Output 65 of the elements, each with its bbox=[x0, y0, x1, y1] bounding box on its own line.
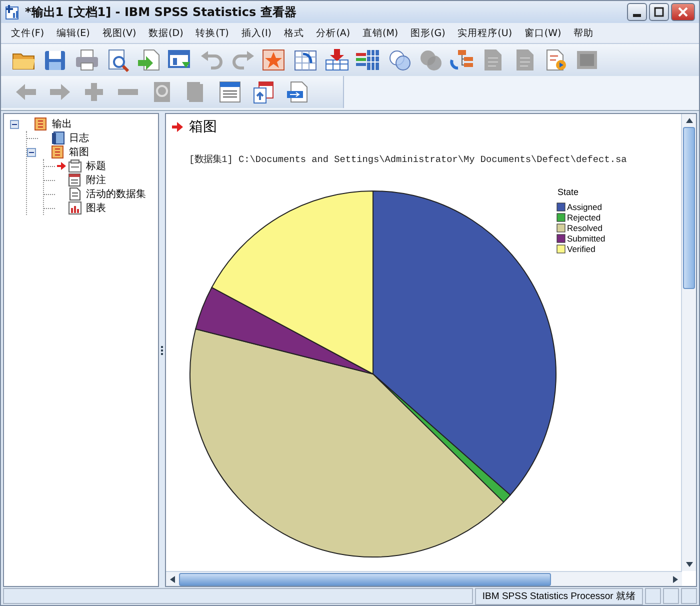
legend-label: Rejected bbox=[567, 212, 601, 222]
outline-item[interactable]: 日志 bbox=[67, 131, 89, 145]
heading-icon[interactable] bbox=[217, 80, 243, 104]
close-icon bbox=[678, 7, 688, 17]
menu-item[interactable]: 直销(M) bbox=[356, 26, 404, 40]
status-text: IBM SPSS Statistics Processor 就绪 bbox=[475, 588, 643, 604]
dataset-path: [数据集1] C:\Documents and Settings\Administrator\My Documents\Defect\defect.sa bbox=[188, 153, 628, 166]
app-icon bbox=[5, 4, 21, 20]
splitter-grip-icon[interactable] bbox=[160, 346, 164, 354]
scroll-left-arrow-icon[interactable] bbox=[170, 576, 175, 582]
bars-icon[interactable] bbox=[355, 48, 382, 72]
close-button[interactable] bbox=[671, 3, 695, 21]
outline-item[interactable]: 箱图 bbox=[67, 145, 89, 159]
current-item-arrow-icon bbox=[172, 122, 183, 132]
maximize-button[interactable] bbox=[649, 3, 669, 21]
window-title: *输出1 [文档1] - IBM SPSS Statistics 查看器 bbox=[25, 4, 298, 20]
legend-label: Verified bbox=[567, 244, 596, 254]
menu-item[interactable]: 窗口(W) bbox=[518, 26, 568, 40]
tree-icon[interactable] bbox=[449, 48, 476, 72]
menu-item[interactable]: 帮助 bbox=[567, 26, 600, 40]
menu-item[interactable]: 转换(T) bbox=[189, 26, 236, 40]
scroll-right-arrow-icon[interactable] bbox=[673, 576, 678, 582]
note-icon bbox=[68, 173, 82, 187]
expander-toggle[interactable] bbox=[10, 118, 21, 130]
insert-icon[interactable] bbox=[324, 48, 350, 72]
printer-icon[interactable] bbox=[74, 48, 100, 72]
legend-title: State bbox=[558, 187, 578, 197]
page-icon bbox=[68, 187, 82, 201]
status-panel bbox=[663, 588, 679, 604]
outline-item[interactable]: 活动的数据集 bbox=[84, 187, 146, 201]
menu-item[interactable]: 分析(A) bbox=[310, 26, 356, 40]
output-heading: 箱图 bbox=[189, 118, 217, 136]
outline-item[interactable]: 附注 bbox=[84, 173, 106, 187]
minimize-button[interactable] bbox=[627, 3, 647, 21]
scroll-down-arrow-icon[interactable] bbox=[686, 562, 692, 567]
legend-label: Resolved bbox=[567, 223, 602, 233]
expander-toggle[interactable] bbox=[27, 146, 38, 158]
outline-item[interactable]: 图表 bbox=[84, 201, 106, 215]
menu-item[interactable]: 格式 bbox=[278, 26, 310, 40]
outline-item[interactable]: 输出 bbox=[50, 117, 72, 131]
import-icon[interactable] bbox=[136, 48, 162, 72]
status-panel bbox=[681, 588, 697, 604]
book-icon bbox=[34, 117, 48, 131]
title-icon bbox=[68, 159, 82, 173]
outline-item[interactable]: 标题 bbox=[84, 159, 106, 173]
menu-item[interactable]: 实用程序(U) bbox=[451, 26, 518, 40]
vertical-scrollbar[interactable] bbox=[681, 114, 696, 571]
scroll-up-arrow-icon[interactable] bbox=[686, 118, 692, 123]
menu-item[interactable]: 文件(F) bbox=[5, 26, 50, 40]
minimize-icon bbox=[633, 14, 641, 16]
pivot-icon[interactable] bbox=[292, 48, 319, 72]
menu-item[interactable]: 数据(D) bbox=[142, 26, 190, 40]
menu-item[interactable]: 视图(V) bbox=[96, 26, 142, 40]
status-panel bbox=[645, 588, 661, 604]
circles-icon[interactable] bbox=[386, 48, 413, 72]
book-icon bbox=[51, 145, 65, 159]
menu-item[interactable]: 编辑(E) bbox=[50, 26, 96, 40]
legend-label: Submitted bbox=[567, 234, 606, 244]
log-icon bbox=[51, 131, 65, 145]
menu-item[interactable]: 插入(I) bbox=[235, 26, 278, 40]
horizontal-scrollbar[interactable] bbox=[166, 571, 682, 586]
chart-icon bbox=[68, 201, 82, 215]
maximize-icon bbox=[654, 7, 664, 17]
legend-label: Assigned bbox=[567, 202, 602, 212]
menu-item[interactable]: 图形(G) bbox=[404, 26, 452, 40]
